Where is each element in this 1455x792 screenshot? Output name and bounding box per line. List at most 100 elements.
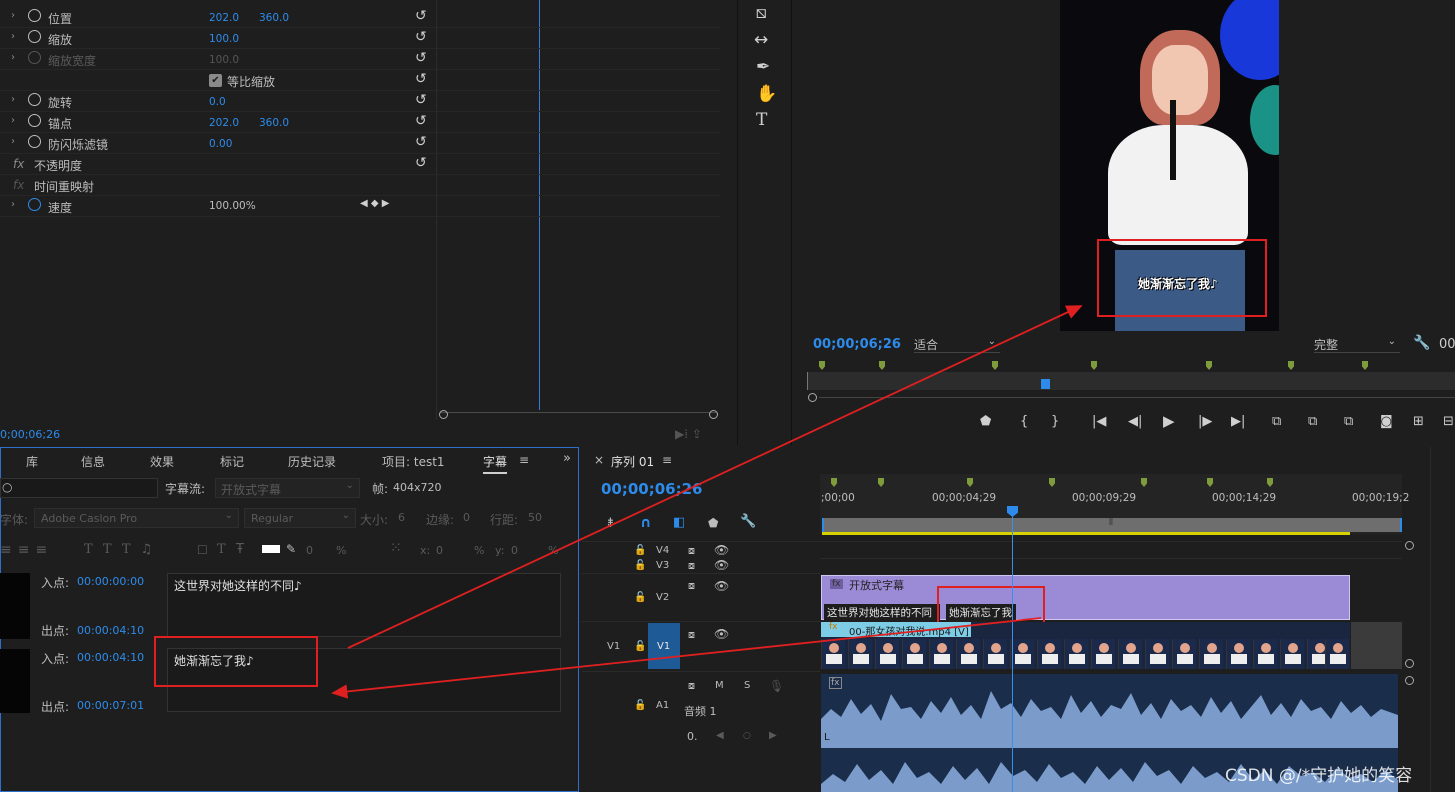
- caption-text-box[interactable]: 这世界对她这样的不同♪: [167, 573, 561, 637]
- row-time-remap[interactable]: fx 时间重映射: [0, 175, 720, 196]
- slip-tool-icon[interactable]: ↔: [754, 30, 768, 50]
- marker[interactable]: [1288, 361, 1294, 370]
- voiceover-mic-icon[interactable]: 🎙: [769, 679, 784, 693]
- razor-tool-icon[interactable]: ⧅: [756, 3, 767, 23]
- stopwatch-icon[interactable]: [28, 135, 41, 148]
- type-tool-icon[interactable]: T: [756, 110, 767, 130]
- marker[interactable]: [1362, 361, 1368, 370]
- snap-icon[interactable]: ∩: [640, 515, 651, 531]
- source-patch-v1[interactable]: V1: [607, 641, 620, 652]
- marker[interactable]: [879, 361, 885, 370]
- caption-entry[interactable]: 入点: 00:00:00:00 出点: 00:00:04:10 这世界对她这样的…: [0, 571, 578, 643]
- sequence-tab[interactable]: 序列 01: [611, 453, 654, 470]
- hand-tool-icon[interactable]: ✋: [756, 84, 777, 104]
- uniform-scale-checkbox[interactable]: ✔: [209, 74, 222, 87]
- program-time-ruler[interactable]: [807, 372, 1455, 390]
- marker[interactable]: [819, 361, 825, 370]
- tab-captions[interactable]: 字幕: [483, 453, 508, 474]
- eye-icon[interactable]: 👁: [714, 579, 729, 593]
- scroll-handle-left[interactable]: [439, 410, 448, 419]
- reset-icon[interactable]: ↺: [415, 71, 427, 87]
- out-timecode[interactable]: 00:00:04:10: [77, 624, 144, 637]
- caption-segment[interactable]: 这世界对她这样的不同: [824, 604, 940, 620]
- solo-button[interactable]: S: [744, 680, 750, 691]
- zoom-handle[interactable]: [808, 393, 817, 402]
- keyframe-next-icon[interactable]: ▶: [769, 730, 777, 741]
- sync-lock-icon[interactable]: ⧇: [688, 628, 695, 642]
- more-icon[interactable]: ⊟: [1443, 414, 1454, 429]
- value-rotation[interactable]: 0.0: [209, 96, 226, 108]
- mark-in-icon[interactable]: {: [1020, 414, 1028, 429]
- expand-panels-icon[interactable]: »: [563, 451, 571, 466]
- stream-dropdown[interactable]: 开放式字幕 ⌄: [215, 478, 360, 498]
- out-timecode[interactable]: 00:00:07:01: [77, 699, 144, 712]
- stopwatch-icon[interactable]: [28, 114, 41, 127]
- wrench-icon[interactable]: 🔧: [740, 514, 756, 529]
- expand-arrow-icon[interactable]: ›: [11, 136, 15, 147]
- reset-icon[interactable]: ↺: [415, 134, 427, 150]
- stopwatch-icon[interactable]: [28, 198, 41, 211]
- menu-icon[interactable]: ≡: [662, 453, 672, 467]
- lock-icon[interactable]: 🔓: [634, 592, 646, 603]
- extract-icon[interactable]: ⧉: [1308, 414, 1317, 429]
- stopwatch-icon[interactable]: [28, 9, 41, 22]
- pen-tool-icon[interactable]: ✒: [756, 57, 770, 77]
- zoom-handle[interactable]: [1405, 659, 1414, 668]
- add-marker-icon[interactable]: ⬟: [708, 516, 718, 530]
- sync-lock-icon[interactable]: ⧇: [688, 679, 695, 693]
- menu-icon[interactable]: ≡: [519, 453, 529, 467]
- lock-icon[interactable]: 🔓: [634, 560, 646, 571]
- in-timecode[interactable]: 00:00:04:10: [77, 651, 144, 664]
- marker[interactable]: [1206, 361, 1212, 370]
- reset-icon[interactable]: ↺: [415, 113, 427, 129]
- value-scale[interactable]: 100.0: [209, 33, 239, 45]
- eye-icon[interactable]: 👁: [714, 558, 729, 572]
- mark-out-icon[interactable]: }: [1051, 414, 1059, 429]
- expand-arrow-icon[interactable]: ›: [11, 10, 15, 21]
- lock-icon[interactable]: 🔓: [634, 700, 646, 711]
- expand-arrow-icon[interactable]: ›: [11, 31, 15, 42]
- program-timecode[interactable]: 00;00;06;26: [813, 337, 901, 352]
- eye-icon[interactable]: 👁: [714, 543, 729, 557]
- ec-timecode[interactable]: 0;00;06;26: [0, 428, 60, 441]
- zoom-handle[interactable]: [1405, 541, 1414, 550]
- eye-icon[interactable]: 👁: [714, 627, 729, 641]
- keyframe-add-icon[interactable]: ○: [743, 731, 751, 741]
- keyframe-prev-icon[interactable]: ◀: [716, 730, 724, 741]
- marker[interactable]: [1091, 361, 1097, 370]
- stopwatch-icon[interactable]: [28, 93, 41, 106]
- work-area-bar[interactable]: ⦀: [822, 518, 1402, 532]
- stopwatch-icon[interactable]: [28, 30, 41, 43]
- sync-lock-icon[interactable]: ⧇: [688, 559, 695, 573]
- tab-effects[interactable]: 效果: [150, 453, 174, 470]
- step-forward-icon[interactable]: |▶: [1198, 414, 1212, 429]
- expand-arrow-icon[interactable]: ›: [11, 199, 15, 210]
- export-frame-icon[interactable]: ◙: [1380, 414, 1393, 429]
- zoom-handle[interactable]: [1405, 676, 1414, 685]
- expand-arrow-icon[interactable]: ›: [11, 115, 15, 126]
- filter-icon[interactable]: ▶⁞ ⇪: [675, 427, 702, 441]
- scroll-handle-right[interactable]: [709, 410, 718, 419]
- tab-info[interactable]: 信息: [81, 453, 105, 470]
- go-to-in-icon[interactable]: |◀: [1092, 414, 1106, 429]
- reset-icon[interactable]: ↺: [415, 155, 427, 171]
- value-anchor-x[interactable]: 202.0: [209, 117, 239, 129]
- in-timecode[interactable]: 00:00:00:00: [77, 575, 144, 588]
- timeline-timecode[interactable]: 00;00;06;26: [601, 480, 703, 498]
- tab-markers[interactable]: 标记: [220, 453, 244, 470]
- wrench-icon[interactable]: 🔧: [1413, 335, 1430, 351]
- lift-icon[interactable]: ⧉: [1272, 414, 1281, 429]
- row-opacity[interactable]: fx 不透明度 ↺: [0, 154, 720, 175]
- quality-dropdown[interactable]: 完整 ⌄: [1314, 336, 1400, 353]
- lock-icon[interactable]: 🔓: [634, 545, 646, 556]
- tab-library[interactable]: 库: [26, 453, 38, 470]
- value-x[interactable]: 202.0: [209, 12, 239, 24]
- reset-icon[interactable]: ↺: [415, 50, 427, 66]
- close-sequence-icon[interactable]: ×: [594, 453, 604, 467]
- expand-arrow-icon[interactable]: ›: [11, 52, 15, 63]
- keyframe-nav-icon[interactable]: ◀ ◆ ▶: [360, 198, 389, 209]
- volume-value[interactable]: 0.: [687, 730, 698, 743]
- linked-selection-icon[interactable]: ◧: [673, 515, 685, 530]
- search-input[interactable]: ○: [0, 478, 158, 498]
- tab-project[interactable]: 项目: test1: [382, 453, 445, 470]
